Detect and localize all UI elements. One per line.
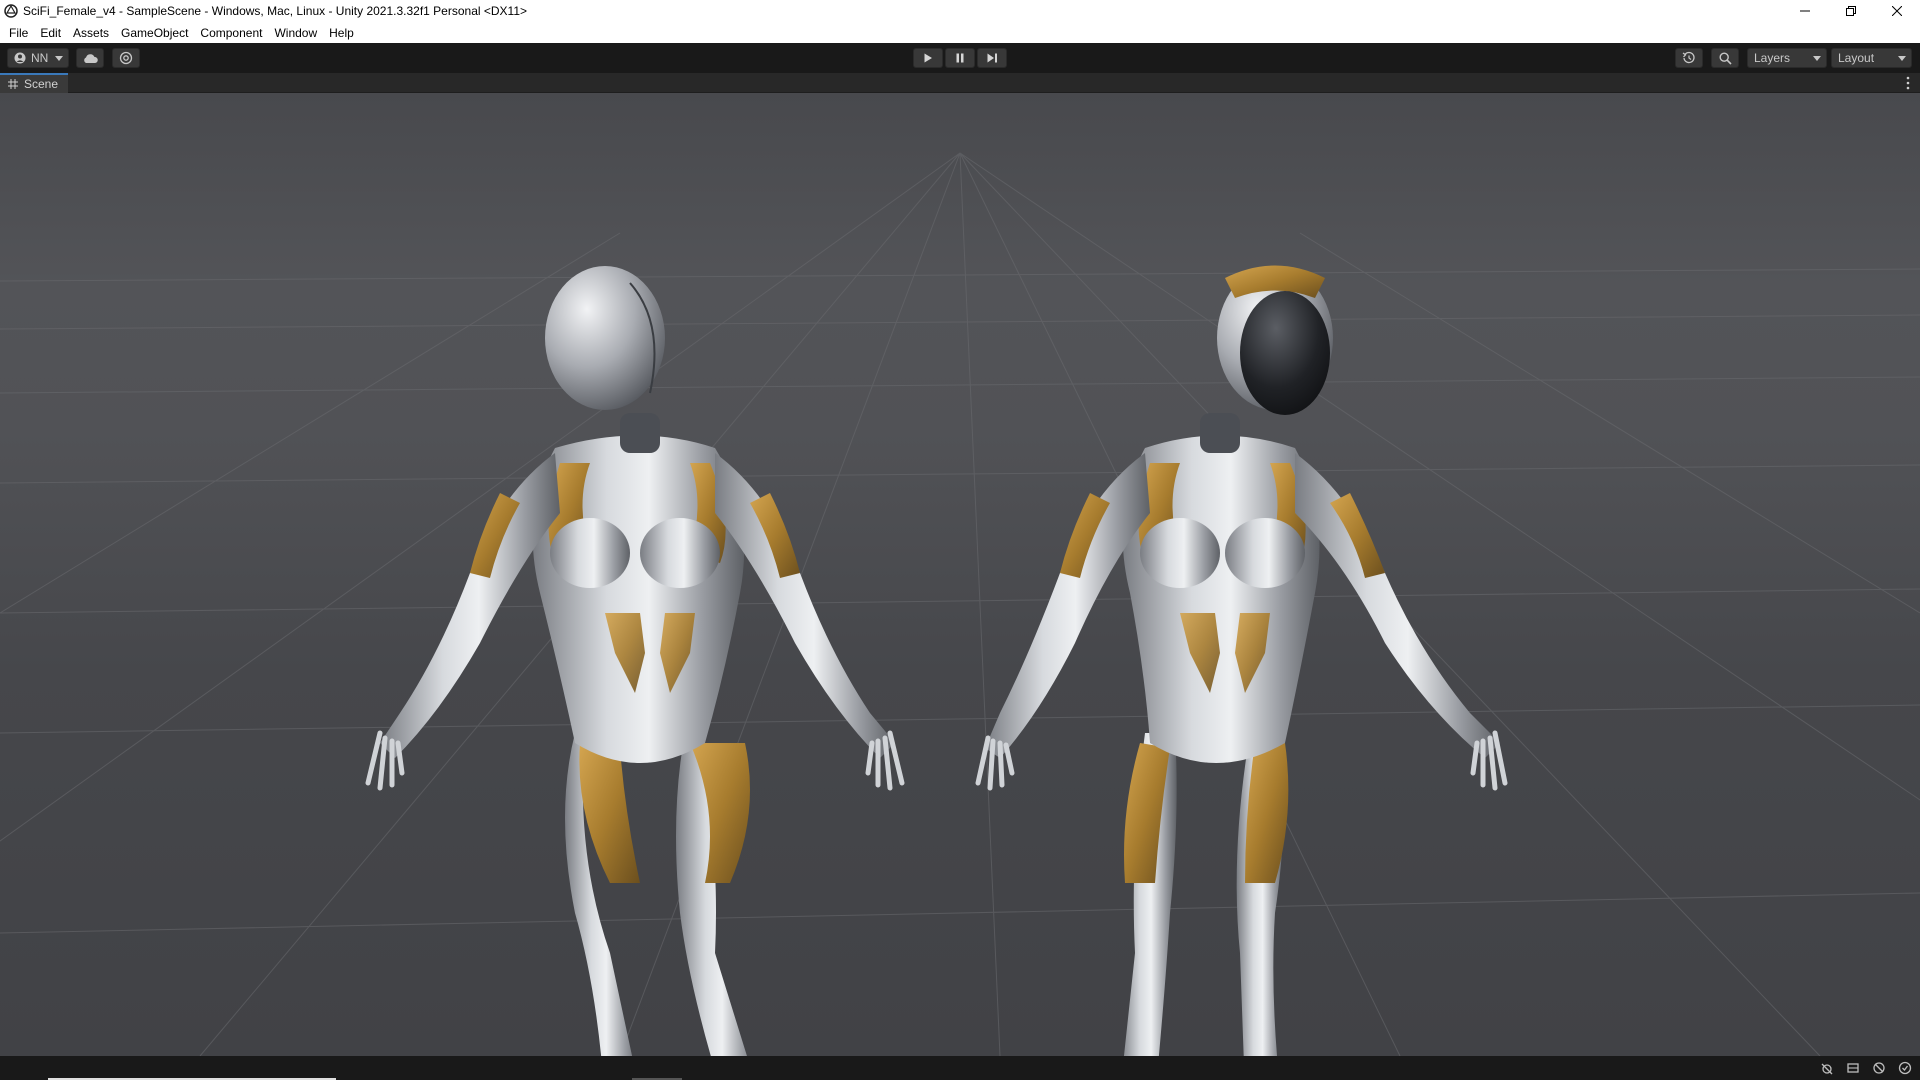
- chevron-down-icon: [55, 56, 63, 61]
- auto-generate-lighting-icon[interactable]: [1870, 1060, 1888, 1076]
- step-icon: [987, 53, 997, 63]
- window-controls: [1782, 0, 1920, 22]
- account-label: NN: [31, 51, 49, 65]
- scifi-female-character-left[interactable]: [365, 266, 905, 1056]
- main-toolbar: NN Layers Layout: [0, 43, 1920, 73]
- layers-label: Layers: [1754, 51, 1791, 65]
- tab-scene[interactable]: Scene: [0, 72, 69, 93]
- collab-button[interactable]: [112, 48, 140, 68]
- menu-bar: File Edit Assets GameObject Component Wi…: [0, 22, 1920, 43]
- window-title: SciFi_Female_v4 - SampleScene - Windows,…: [23, 4, 528, 18]
- debug-icon[interactable]: [1818, 1060, 1836, 1076]
- layers-dropdown[interactable]: Layers: [1747, 48, 1827, 68]
- unity-logo-icon: [4, 4, 18, 18]
- window-titlebar: SciFi_Female_v4 - SampleScene - Windows,…: [0, 0, 1920, 22]
- menu-file[interactable]: File: [3, 26, 34, 40]
- pause-button[interactable]: [945, 48, 975, 68]
- tab-scene-label: Scene: [24, 76, 59, 91]
- close-icon: [1892, 6, 1902, 16]
- minimize-icon: [1800, 10, 1810, 12]
- menu-window[interactable]: Window: [268, 26, 323, 40]
- account-icon: [14, 52, 26, 64]
- collab-icon: [119, 51, 133, 65]
- menu-gameobject[interactable]: GameObject: [115, 26, 194, 40]
- grid-icon: [8, 78, 18, 89]
- scene-grid: [0, 152, 1920, 1056]
- pause-icon: [956, 53, 964, 63]
- scene-tab-bar: Scene: [0, 72, 1920, 93]
- menu-edit[interactable]: Edit: [34, 26, 67, 40]
- chevron-down-icon: [1898, 56, 1906, 61]
- menu-assets[interactable]: Assets: [67, 26, 115, 40]
- check-icon[interactable]: [1896, 1060, 1914, 1076]
- layout-dropdown[interactable]: Layout: [1831, 48, 1912, 68]
- status-icons: [1818, 1060, 1914, 1076]
- undo-history-button[interactable]: [1675, 48, 1703, 68]
- chevron-down-icon: [1813, 56, 1821, 61]
- history-icon: [1682, 51, 1695, 64]
- minimize-button[interactable]: [1782, 0, 1828, 22]
- cache-icon[interactable]: [1844, 1060, 1862, 1076]
- restore-icon: [1846, 6, 1856, 16]
- scene-viewport[interactable]: [0, 93, 1920, 1056]
- play-button[interactable]: [913, 48, 943, 68]
- layout-label: Layout: [1838, 51, 1875, 65]
- search-button[interactable]: [1711, 48, 1739, 68]
- status-bar: [0, 1056, 1920, 1080]
- cloud-button[interactable]: [76, 48, 104, 68]
- scene-canvas[interactable]: [0, 93, 1920, 1056]
- menu-help[interactable]: Help: [323, 26, 360, 40]
- menu-component[interactable]: Component: [194, 26, 268, 40]
- step-button[interactable]: [977, 48, 1007, 68]
- more-options-icon[interactable]: [1906, 76, 1910, 90]
- play-icon: [924, 53, 932, 63]
- account-dropdown[interactable]: NN: [7, 48, 69, 68]
- close-button[interactable]: [1874, 0, 1920, 22]
- search-icon: [1718, 51, 1732, 65]
- cloud-icon: [84, 53, 98, 63]
- restore-button[interactable]: [1828, 0, 1874, 22]
